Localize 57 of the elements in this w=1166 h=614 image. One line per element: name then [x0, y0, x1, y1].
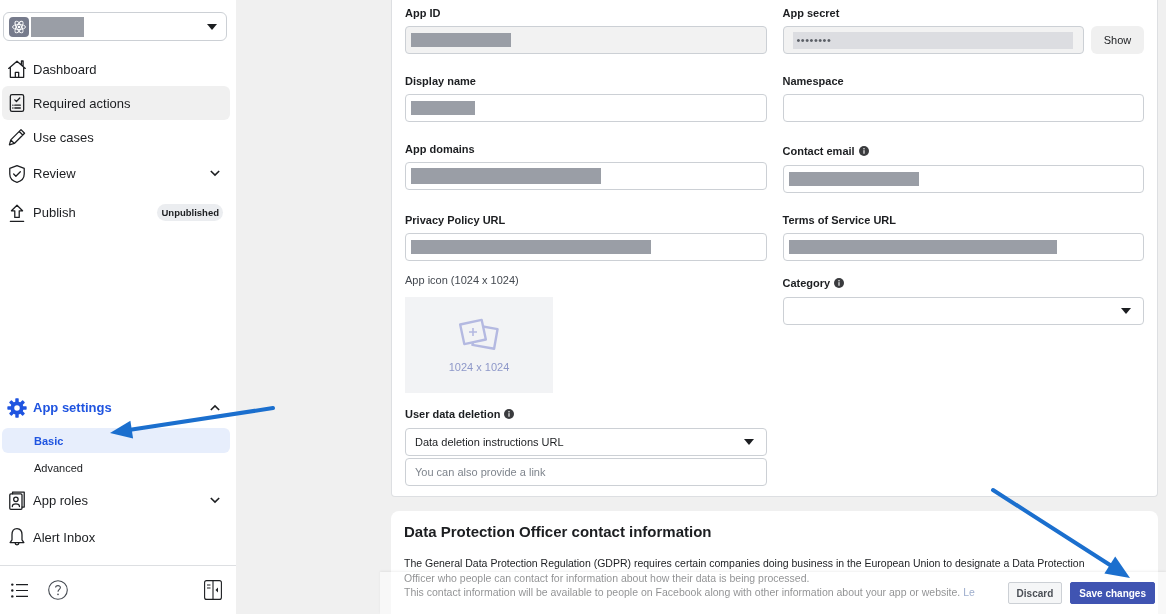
app-selector[interactable] — [3, 12, 227, 41]
nav-item[interactable]: Review — [2, 154, 230, 193]
link-field[interactable]: You can also provide a link — [405, 458, 767, 486]
field-label: App icon (1024 x 1024) — [405, 274, 519, 286]
text-field[interactable] — [405, 162, 767, 190]
list-icon[interactable] — [11, 582, 28, 598]
field-label: Terms of Service URL — [782, 214, 896, 226]
field-label: User data deletion — [405, 407, 501, 420]
nav-item[interactable]: Use cases — [2, 120, 230, 154]
info-icon[interactable] — [504, 408, 515, 419]
field-label: Contact email — [782, 144, 855, 157]
nav-item[interactable]: Alert Inbox — [2, 520, 230, 554]
info-icon[interactable] — [834, 277, 845, 288]
field-label: Display name — [405, 75, 476, 87]
field-value: •••••••• — [792, 31, 1073, 49]
caret-icon — [207, 23, 217, 30]
nav-item[interactable]: Required actions — [2, 86, 230, 120]
chevron-up-icon[interactable] — [210, 404, 220, 411]
pencil-icon — [7, 127, 27, 147]
nav-item[interactable]: Dashboard — [2, 52, 230, 86]
nav-item[interactable]: App roles — [2, 481, 230, 520]
atom-logo-icon — [9, 16, 29, 37]
field-label: App ID — [405, 7, 441, 19]
id-badge-icon — [7, 490, 27, 511]
info-icon[interactable] — [858, 145, 869, 156]
text-field[interactable] — [405, 94, 767, 122]
text-field[interactable] — [782, 233, 1144, 261]
house-icon — [7, 59, 27, 79]
field-label: Privacy Policy URL — [405, 214, 506, 226]
upload-icon — [7, 202, 27, 223]
bell-icon — [7, 527, 27, 547]
info-paragraph: The General Data Protection Regulation (GDPR) requires certain companies doing business in the European Union to designate a Data Protection Officer who people can contact for information about how their data is being processed. — [404, 556, 1086, 585]
status-badge: Unpublished — [157, 204, 223, 221]
section-title: Data Protection Officer contact information — [404, 523, 713, 541]
field-label: Namespace — [782, 75, 844, 87]
sidebar-toggle-icon[interactable] — [204, 580, 222, 600]
gear-icon — [7, 397, 27, 418]
nav-item[interactable]: Publish Unpublished — [2, 193, 230, 232]
field-label: App domains — [405, 143, 475, 155]
chevron-down-icon[interactable] — [210, 170, 220, 177]
discard-button[interactable]: Discard — [1007, 582, 1063, 604]
help-icon[interactable] — [48, 580, 68, 600]
field-label: App secret — [782, 7, 840, 19]
nav-subitem[interactable]: Advanced — [2, 455, 230, 480]
text-field[interactable] — [405, 233, 767, 261]
caret-icon — [743, 439, 754, 445]
text-field[interactable] — [782, 165, 1144, 193]
nav-item[interactable]: App settings — [2, 388, 230, 427]
deletion-method-dropdown[interactable]: Data deletion instructions URL — [405, 428, 767, 456]
shield-check-icon — [7, 163, 27, 184]
chevron-down-icon[interactable] — [210, 497, 220, 504]
save-button[interactable]: Save changes — [1070, 582, 1155, 604]
caret-icon — [1121, 308, 1131, 314]
checklist-icon — [7, 93, 27, 113]
field-label: Category — [782, 276, 831, 289]
nav-subitem[interactable]: Basic — [2, 428, 230, 453]
text-field[interactable] — [782, 94, 1144, 122]
